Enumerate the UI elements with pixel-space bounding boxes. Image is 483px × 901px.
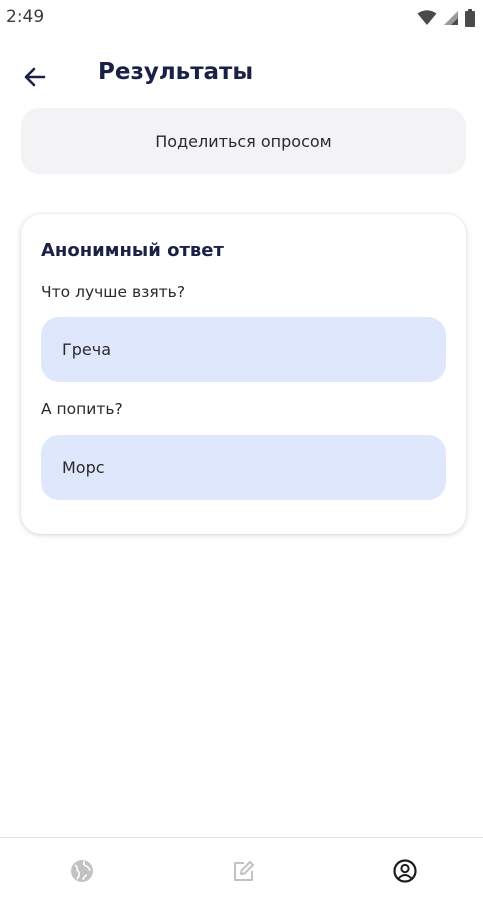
share-survey-button[interactable]: Поделиться опросом [21,108,466,174]
question-text: Что лучше взять? [41,283,186,301]
edit-icon [231,858,257,889]
nav-item-globe[interactable] [67,858,97,888]
back-button[interactable] [16,56,56,96]
answer-box: Морс [41,435,446,500]
status-icons [417,9,475,27]
page-title: Результаты [98,59,254,85]
answer-box: Греча [41,317,446,382]
question-text: А попить? [41,400,123,418]
card-title: Анонимный ответ [41,240,224,261]
answer-text: Греча [62,340,112,359]
globe-icon [69,858,95,889]
profile-icon [392,858,418,889]
nav-item-profile[interactable] [390,858,420,888]
result-card: Анонимный ответ Что лучше взять? Греча А… [21,214,466,534]
status-time: 2:49 [6,7,45,27]
signal-icon [443,10,459,26]
status-bar: 2:49 [0,0,483,36]
nav-item-edit[interactable] [229,858,259,888]
bottom-nav [0,837,483,901]
header: Результаты [0,46,483,102]
arrow-left-icon [16,67,56,100]
wifi-icon [417,10,437,26]
battery-icon [465,9,475,27]
answer-text: Морс [62,458,105,477]
